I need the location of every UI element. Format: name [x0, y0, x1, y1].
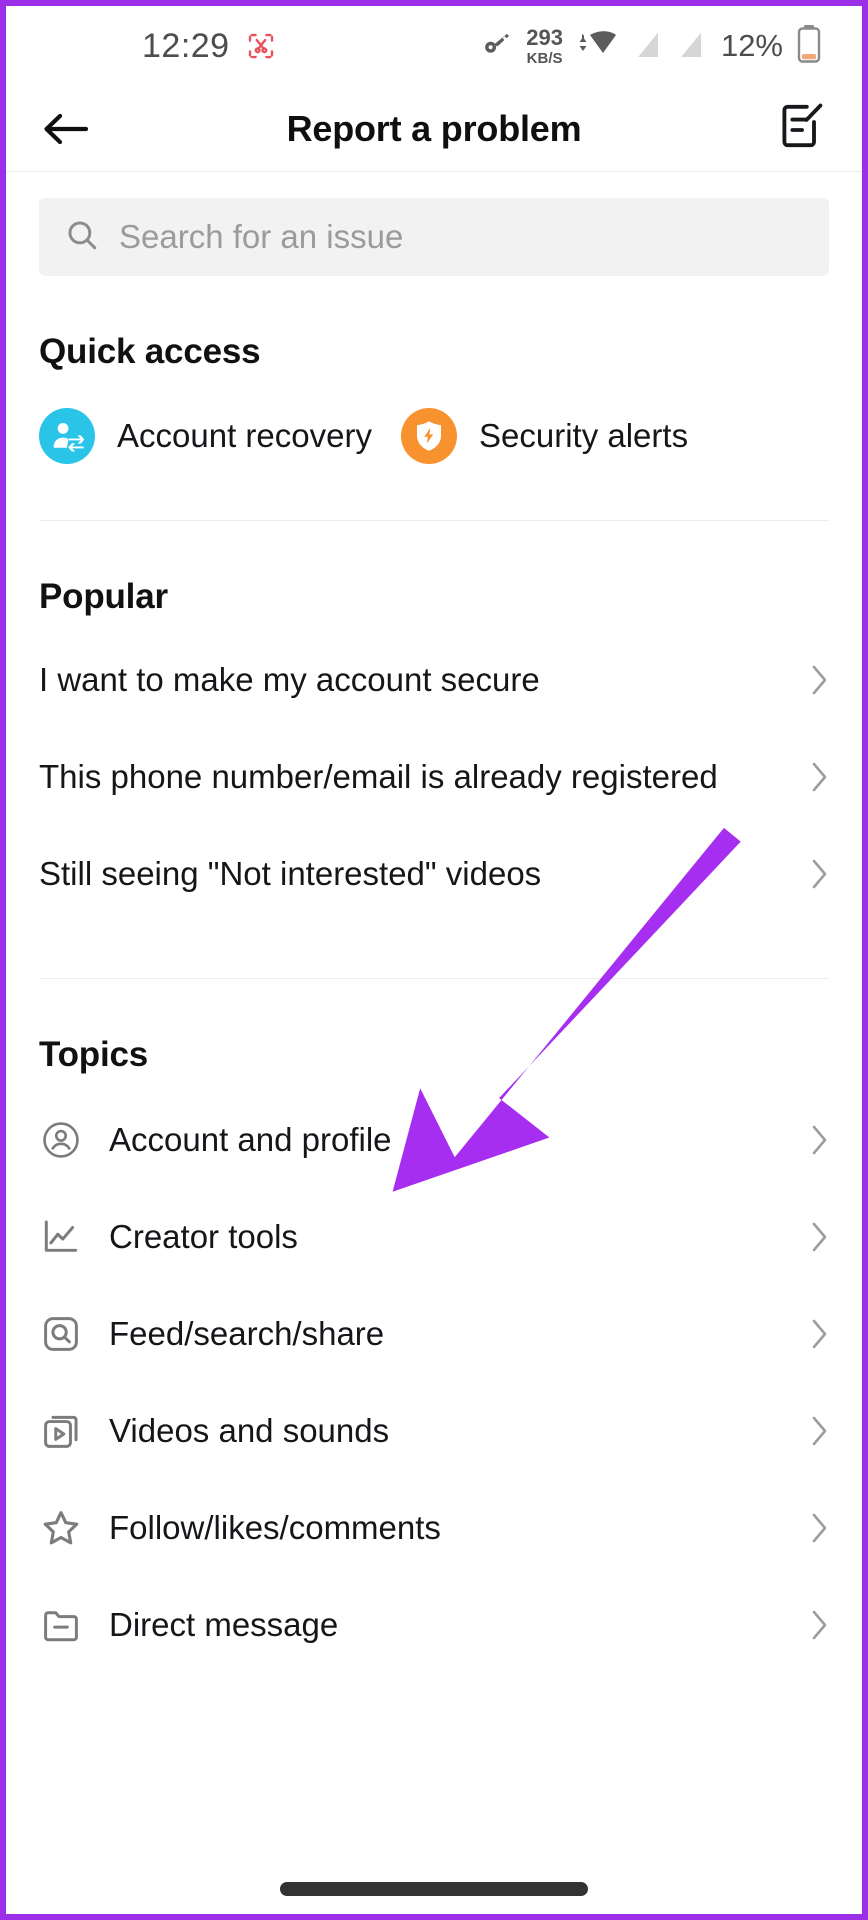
app-header: Report a problem: [6, 86, 862, 172]
quick-access-label: Account recovery: [117, 417, 372, 454]
topic-item-label: Creator tools: [109, 1217, 298, 1255]
wifi-icon: [576, 27, 618, 66]
folder-minus-icon: [39, 1604, 83, 1646]
search-square-icon: [39, 1313, 83, 1355]
network-speed-value: 293: [526, 24, 563, 50]
popular-title: Popular: [39, 577, 168, 616]
chevron-right-icon: [805, 663, 829, 697]
scissors-icon: [246, 31, 276, 61]
status-bar: 12:29 293 KB/S 12%: [6, 6, 862, 86]
chevron-right-icon: [805, 760, 829, 794]
key-icon: [481, 28, 513, 65]
chevron-right-icon: [805, 1511, 829, 1545]
section-divider: [39, 978, 829, 979]
list-item-label: I want to make my account secure: [39, 660, 540, 698]
no-sim-icon: [631, 27, 661, 66]
topic-item-label: Direct message: [109, 1605, 339, 1643]
topic-item-label: Account and profile: [109, 1120, 392, 1158]
quick-access-label: Security alerts: [479, 417, 689, 454]
network-speed: 293 KB/S: [526, 24, 563, 67]
quick-access-row: Account recovery Security alerts: [39, 408, 829, 464]
search-input[interactable]: Search for an issue: [119, 218, 403, 256]
chevron-right-icon: [805, 1414, 829, 1448]
back-button[interactable]: [38, 101, 94, 157]
home-indicator[interactable]: [280, 1882, 588, 1896]
shield-bolt-icon: [401, 408, 457, 464]
section-divider: [39, 520, 829, 521]
no-sim-icon: [674, 27, 704, 66]
chevron-right-icon: [805, 1220, 829, 1254]
topic-item-label: Feed/search/share: [109, 1314, 385, 1352]
quick-access-item-account-recovery[interactable]: Account recovery: [39, 408, 401, 464]
status-bar-left: 12:29: [142, 27, 276, 66]
topics-title: Topics: [39, 1035, 148, 1074]
chevron-right-icon: [805, 1608, 829, 1642]
topic-item-feed-search-share[interactable]: Feed/search/share: [39, 1285, 829, 1382]
search-bar[interactable]: Search for an issue: [39, 198, 829, 276]
list-item[interactable]: Still seeing "Not interested" videos: [39, 825, 829, 922]
topic-item-direct-message[interactable]: Direct message: [39, 1576, 829, 1673]
status-bar-right: 293 KB/S 12%: [481, 24, 822, 69]
popular-list: I want to make my account secure This ph…: [39, 631, 829, 922]
star-icon: [39, 1506, 83, 1550]
network-speed-unit: KB/S: [526, 49, 563, 67]
battery-low-icon: [796, 24, 822, 69]
list-item-label: This phone number/email is already regis…: [39, 757, 718, 795]
topic-item-account-and-profile[interactable]: Account and profile: [39, 1091, 829, 1188]
quick-access-title: Quick access: [39, 332, 261, 371]
video-stack-icon: [39, 1410, 83, 1452]
chevron-right-icon: [805, 1123, 829, 1157]
search-icon: [65, 218, 99, 257]
topic-item-creator-tools[interactable]: Creator tools: [39, 1188, 829, 1285]
note-edit-icon: [779, 102, 825, 155]
clock: 12:29: [142, 26, 230, 65]
analytics-chart-icon: [39, 1216, 83, 1258]
battery-percent: 12%: [720, 28, 783, 63]
person-circle-icon: [39, 1119, 83, 1161]
list-item[interactable]: This phone number/email is already regis…: [39, 728, 829, 825]
topics-list: Account and profile Creator tools Feed/s…: [39, 1091, 829, 1673]
topic-item-follow-likes-comments[interactable]: Follow/likes/comments: [39, 1479, 829, 1576]
account-recovery-icon: [39, 408, 95, 464]
page-title: Report a problem: [286, 107, 582, 149]
chevron-right-icon: [805, 857, 829, 891]
chevron-right-icon: [805, 1317, 829, 1351]
note-edit-button[interactable]: [774, 101, 830, 157]
list-item[interactable]: I want to make my account secure: [39, 631, 829, 728]
topic-item-videos-and-sounds[interactable]: Videos and sounds: [39, 1382, 829, 1479]
page-content: Search for an issue Quick access Account…: [6, 198, 862, 1673]
list-item-label: Still seeing "Not interested" videos: [39, 854, 542, 892]
phone-screen: 12:29 293 KB/S 12% Report a problem Sear…: [0, 0, 868, 1920]
topic-item-label: Videos and sounds: [109, 1411, 390, 1449]
topic-item-label: Follow/likes/comments: [109, 1508, 441, 1546]
quick-access-item-security-alerts[interactable]: Security alerts: [401, 408, 688, 464]
